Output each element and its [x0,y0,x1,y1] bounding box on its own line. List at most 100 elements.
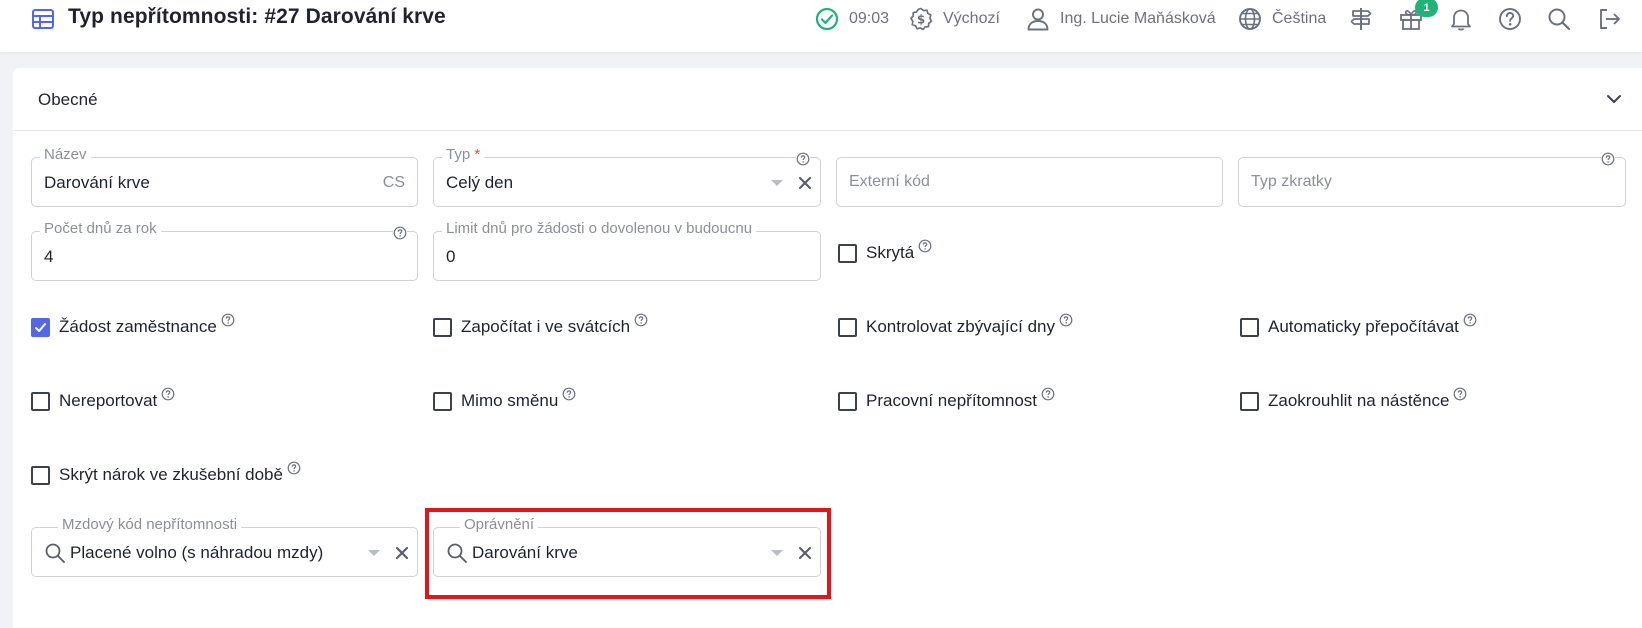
employee-request-checkbox[interactable]: Žádost zaměstnance [31,313,235,339]
count-holidays-label: Započítat i ve svátcích [461,317,631,336]
type-label: Typ * [442,146,485,164]
clear-icon[interactable] [797,545,813,561]
search-icon [1548,8,1571,31]
abbreviation-type-input[interactable]: Typ zkratky [1238,152,1626,207]
signpost-button[interactable] [1348,6,1374,32]
table-icon [32,9,54,29]
language-selector[interactable]: Čeština [1237,6,1326,32]
check-remaining-days-label: Kontrolovat zbývající dny [866,317,1055,336]
check-remaining-days-checkbox[interactable]: Kontrolovat zbývající dny [838,313,1073,339]
bell-icon [1451,9,1471,31]
signpost-icon [1350,8,1372,30]
checkbox-box[interactable] [838,391,857,411]
checkbox-box[interactable] [433,391,452,411]
help-icon [796,152,810,166]
checkbox-box[interactable] [31,391,50,411]
checkbox-box-checked[interactable] [31,317,50,337]
help-icon [918,239,932,253]
section-title: Obecné [38,90,98,109]
round-dashboard-label: Zaokrouhlit na nástěnce [1268,391,1450,410]
future-leave-limit-input[interactable]: Limit dnů pro žádosti o dovolenou v budo… [433,220,821,281]
permission-label: Oprávnění [460,516,539,534]
help-icon [393,226,407,240]
language-label: Čeština [1272,10,1327,27]
caret-down-icon[interactable] [368,550,380,557]
future-leave-limit-label: Limit dnů pro žádosti o dovolenou v budo… [442,220,757,238]
name-field[interactable]: Název Darování krve CS [31,146,418,207]
round-dashboard-checkbox[interactable]: Zaokrouhlit na nástěnce [1240,387,1467,413]
days-per-year-value: 4 [44,247,54,266]
permission-value: Darování krve [472,543,578,562]
globe-icon [1239,8,1261,30]
permission-select[interactable]: Oprávnění Darování krve [433,516,821,577]
help-icon [1463,313,1477,327]
outside-shift-label: Mimo směnu [461,391,559,410]
checkbox-box[interactable] [1240,391,1259,411]
clear-icon[interactable] [797,175,813,191]
top-bar: Typ nepřítomnosti: #27 Darování krve 09:… [0,0,1642,52]
checkbox-box[interactable] [31,465,50,485]
checkbox-box[interactable] [838,243,857,263]
outside-shift-checkbox[interactable]: Mimo směnu [433,387,576,413]
name-value: Darování krve [44,173,150,192]
logout-icon [1600,9,1620,29]
user-icon [1027,8,1049,31]
section-header[interactable]: Obecné [13,68,1642,131]
dollar-badge-icon: $ [910,7,933,31]
external-code-input[interactable]: Externí kód [836,157,1223,207]
help-icon [1059,313,1073,327]
count-holidays-checkbox[interactable]: Započítat i ve svátcích [433,313,648,339]
help-icon [1601,152,1615,166]
no-report-checkbox[interactable]: Nereportovat [31,387,175,413]
search-icon [447,543,467,563]
hide-entitlement-probation-label: Skrýt nárok ve zkušební době [59,465,283,484]
auto-recalculate-checkbox[interactable]: Automaticky přepočítávat [1240,313,1477,339]
help-icon [161,387,175,401]
name-label: Název [40,146,91,164]
help-icon [562,387,576,401]
checkmark-icon [35,322,46,332]
hidden-checkbox[interactable]: Skrytá [838,239,932,265]
help-button[interactable] [1497,6,1523,32]
checkbox-box[interactable] [1240,317,1259,337]
type-value: Celý den [446,173,514,192]
search-icon [45,543,65,563]
checkbox-box[interactable] [838,317,857,337]
caret-down-icon[interactable] [771,550,783,557]
help-icon [1499,8,1521,30]
hidden-label: Skrytá [866,243,915,262]
clear-icon[interactable] [394,545,410,561]
help-icon [1454,387,1467,401]
search-button[interactable] [1546,6,1572,32]
future-leave-limit-value: 0 [446,247,456,266]
help-icon [287,461,301,475]
chevron-down-icon[interactable] [1603,88,1625,110]
abbreviation-type-placeholder: Typ zkratky [1251,173,1332,190]
payroll-code-value: Placené volno (s náhradou mzdy) [70,543,324,562]
page-title: Typ nepřítomnosti: #27 Darování krve [68,5,446,28]
caret-down-icon[interactable] [771,180,783,187]
no-report-label: Nereportovat [59,391,158,410]
gift-badge: 1 [1415,0,1438,17]
user-menu[interactable]: Ing. Lucie Maňásková [1025,6,1216,32]
checkbox-box[interactable] [433,317,452,337]
svg-text:$: $ [917,13,925,27]
help-icon [1041,387,1055,401]
employee-request-label: Žádost zaměstnance [59,317,217,336]
time-status[interactable]: 09:03 [814,6,889,32]
work-absence-label: Pracovní nepřítomnost [866,391,1038,410]
company-selector[interactable]: $ Výchozí [908,6,1000,32]
check-circle-icon [815,7,839,31]
notifications-button[interactable] [1448,6,1474,32]
days-per-year-input[interactable]: Počet dnů za rok 4 [31,220,418,281]
time-label: 09:03 [849,10,890,27]
hide-entitlement-probation-checkbox[interactable]: Skrýt nárok ve zkušební době [31,461,301,487]
payroll-code-label: Mzdový kód nepřítomnosti [58,516,242,534]
type-select[interactable]: Typ * Celý den [433,146,821,207]
logout-button[interactable] [1596,6,1622,32]
work-absence-checkbox[interactable]: Pracovní nepřítomnost [838,387,1055,413]
help-icon [634,313,648,327]
external-code-placeholder: Externí kód [849,173,930,190]
language-code: CS [382,174,405,191]
payroll-code-select[interactable]: Mzdový kód nepřítomnosti Placené volno (… [31,516,418,577]
